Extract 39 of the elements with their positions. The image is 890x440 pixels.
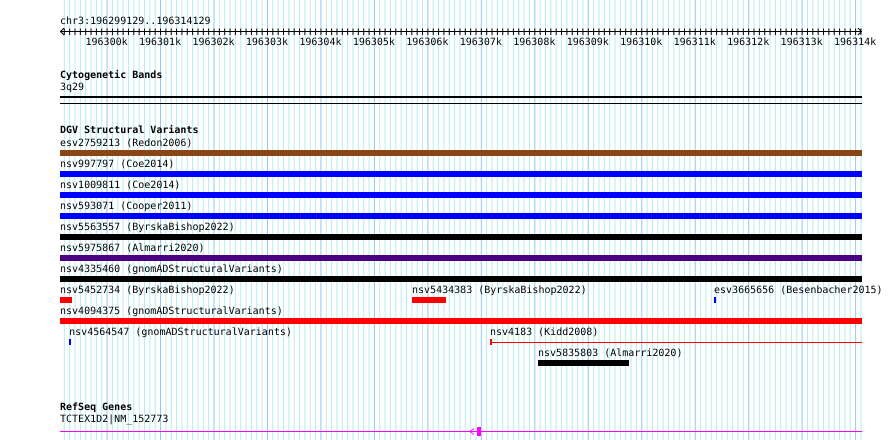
variant-label: esv2759213 (Redon2006) <box>60 137 192 150</box>
ruler-tick-label: 196304k <box>299 36 342 49</box>
variant-line[interactable] <box>490 339 862 345</box>
track-title: DGV Structural Variants <box>60 124 198 137</box>
variant-label: nsv5835803 (Almarri2020) <box>538 347 682 360</box>
variant-label: nsv5975867 (Almarri2020) <box>60 242 204 255</box>
variant-label: nsv5563557 (ByrskaBishop2022) <box>60 221 235 234</box>
variant-label: nsv1009811 (Coe2014) <box>60 179 180 192</box>
variant-label: nsv4183 (Kidd2008) <box>490 326 598 339</box>
ruler-tick-label: 196310k <box>620 36 662 49</box>
track-title: RefSeq Genes <box>60 401 132 414</box>
gene-label: TCTEX1D2|NM_152773 <box>60 414 168 426</box>
ruler-tick-label: 196305k <box>352 36 395 49</box>
ruler-tick-label: 196300k <box>85 36 128 49</box>
ruler-tick-label: 196308k <box>513 36 556 49</box>
variant-label: nsv997797 (Coe2014) <box>60 158 174 171</box>
ruler-tick-label: 196303k <box>246 36 288 49</box>
variant-bar[interactable] <box>69 339 72 345</box>
variant-label: nsv5452734 (ByrskaBishop2022) <box>60 284 235 297</box>
ruler-tick-label: 196311k <box>674 36 716 49</box>
variant-bar[interactable] <box>714 297 716 303</box>
ruler-tick-label: 196301k <box>138 36 182 49</box>
ruler-tick-label: 196309k <box>566 36 609 49</box>
ruler-tick-label: 196314k <box>834 36 876 49</box>
gene-model[interactable] <box>60 427 862 436</box>
variant-label: esv3665656 (Besenbacher2015) <box>714 284 883 297</box>
ruler-tick-label: 196307k <box>460 36 502 49</box>
variant-label: nsv4094375 (gnomADStructuralVariants) <box>60 305 283 318</box>
ruler-tick-label: 196306k <box>406 36 448 49</box>
location-label: chr3:196299129..196314129 <box>60 16 211 28</box>
variant-label: nsv4564547 (gnomADStructuralVariants) <box>69 326 292 339</box>
variant-label: nsv4335460 (gnomADStructuralVariants) <box>60 263 283 276</box>
variant-label: nsv5434383 (ByrskaBishop2022) <box>412 284 587 297</box>
variant-label: nsv593071 (Cooper2011) <box>60 200 192 213</box>
track-title: Cytogenetic Bands <box>60 69 162 82</box>
ruler-tick-label: 196302k <box>192 36 235 49</box>
band-label: 3q29 <box>60 82 84 94</box>
ruler-tick-label: 196313k <box>780 36 823 49</box>
ruler-tick-label: 196312k <box>727 36 770 49</box>
